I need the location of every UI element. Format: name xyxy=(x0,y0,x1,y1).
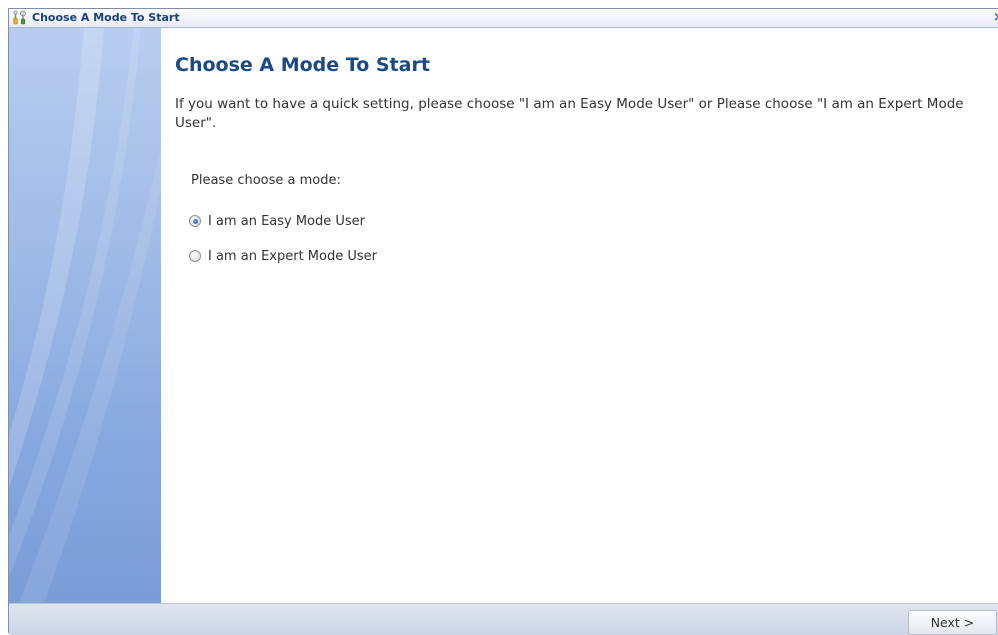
sidebar-banner xyxy=(9,28,161,603)
expert-mode-label[interactable]: I am an Expert Mode User xyxy=(208,249,377,264)
next-button[interactable]: Next > xyxy=(908,610,997,635)
expert-mode-option[interactable]: I am an Expert Mode User xyxy=(189,247,377,265)
easy-mode-radio[interactable] xyxy=(189,215,201,227)
footer-bar: Next > xyxy=(9,603,998,635)
mode-prompt-label: Please choose a mode: xyxy=(191,173,341,188)
main-content: Choose A Mode To Start If you want to ha… xyxy=(161,28,998,603)
tools-icon xyxy=(12,10,28,26)
close-icon[interactable]: × xyxy=(990,9,998,26)
dialog-window: Choose A Mode To Start × Choose A Mode T… xyxy=(8,8,998,635)
easy-mode-label[interactable]: I am an Easy Mode User xyxy=(208,214,365,229)
window-title: Choose A Mode To Start xyxy=(32,11,180,24)
page-title: Choose A Mode To Start xyxy=(175,54,430,76)
title-bar: Choose A Mode To Start × xyxy=(9,9,998,28)
expert-mode-radio[interactable] xyxy=(189,250,201,262)
intro-text: If you want to have a quick setting, ple… xyxy=(175,96,964,131)
sidebar-decoration xyxy=(9,28,161,603)
easy-mode-option[interactable]: I am an Easy Mode User xyxy=(189,212,365,230)
